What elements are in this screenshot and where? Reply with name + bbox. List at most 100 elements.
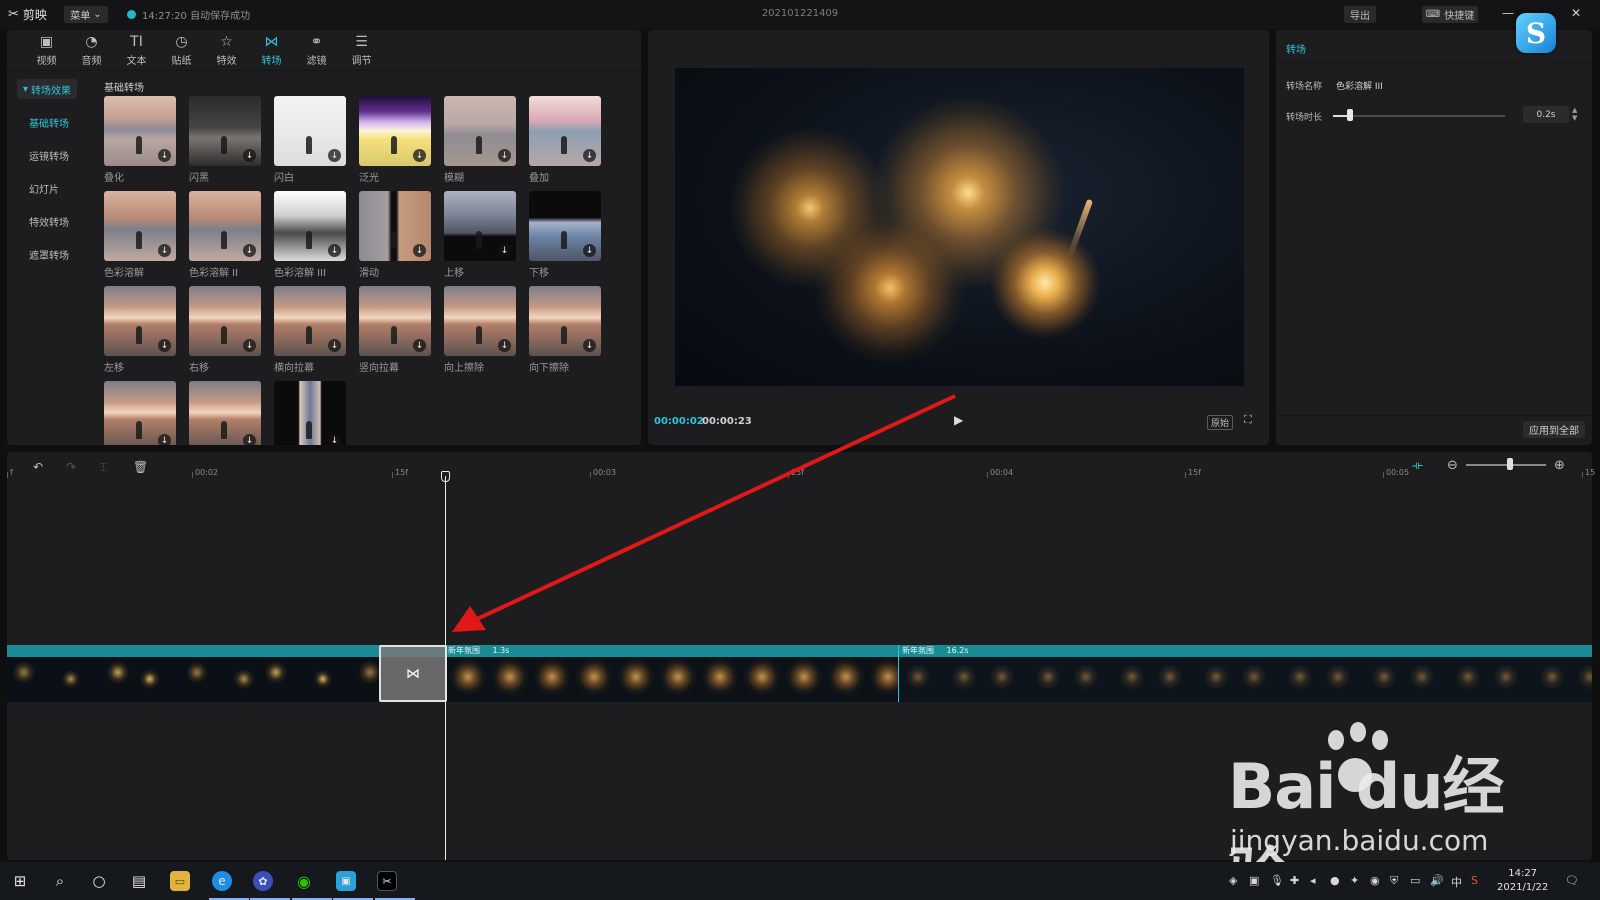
close-icon[interactable]: ✕ bbox=[1571, 6, 1581, 20]
tray-app-icon[interactable]: ▣ bbox=[1249, 874, 1259, 887]
baidu-netdisk-icon[interactable]: ✿ bbox=[253, 871, 273, 891]
tab-video[interactable]: ▣ 视频 bbox=[24, 30, 69, 70]
aspect-original-button[interactable]: 原始 bbox=[1207, 415, 1234, 430]
tray-app-icon[interactable]: ✦ bbox=[1350, 874, 1359, 887]
download-icon[interactable]: ↓ bbox=[158, 434, 171, 445]
tab-filter[interactable]: ⚭ 滤镜 bbox=[294, 30, 339, 70]
sogou-ime-icon[interactable]: S bbox=[1471, 874, 1478, 887]
zoom-in-icon[interactable]: ⊕ bbox=[1554, 458, 1565, 473]
cortana-icon[interactable]: ○ bbox=[89, 871, 109, 891]
transition-tile[interactable]: ↓ 色彩溶解 II bbox=[189, 191, 261, 279]
transition-tile[interactable]: ↓ 左移 bbox=[104, 286, 176, 374]
delete-icon[interactable]: 🗑 bbox=[133, 460, 148, 474]
transition-tile[interactable]: ↓ 色彩溶解 III bbox=[274, 191, 346, 279]
transition-tile[interactable]: ↓ 上移 bbox=[444, 191, 516, 279]
ime-indicator[interactable]: 中 bbox=[1451, 874, 1462, 890]
tab-text[interactable]: TI 文本 bbox=[114, 30, 159, 70]
download-icon[interactable]: ↓ bbox=[158, 244, 171, 257]
download-icon[interactable]: ↓ bbox=[243, 434, 256, 445]
category-item-basic[interactable]: 基础转场 bbox=[29, 115, 69, 130]
wechat-icon[interactable]: ◉ bbox=[294, 871, 314, 891]
file-explorer-icon[interactable]: ▭ bbox=[170, 871, 190, 891]
tab-audio[interactable]: ◔ 音频 bbox=[69, 30, 114, 70]
duration-slider[interactable] bbox=[1333, 115, 1505, 117]
download-icon[interactable]: ↓ bbox=[583, 339, 596, 352]
shortcut-button[interactable]: ⌨ 快捷键 bbox=[1422, 6, 1478, 23]
duration-slider-handle[interactable] bbox=[1347, 109, 1354, 121]
download-icon[interactable]: ↓ bbox=[328, 339, 341, 352]
transition-tile[interactable]: ↓ bbox=[274, 381, 346, 445]
minimize-icon[interactable]: — bbox=[1502, 6, 1514, 20]
download-icon[interactable]: ↓ bbox=[243, 339, 256, 352]
transition-tile[interactable]: ↓ 闪黑 bbox=[189, 96, 261, 184]
tray-app-icon[interactable]: ✚ bbox=[1290, 874, 1299, 887]
transition-tile[interactable]: ↓ 叠化 bbox=[104, 96, 176, 184]
download-icon[interactable]: ↓ bbox=[328, 149, 341, 162]
play-icon[interactable]: ▶ bbox=[954, 413, 963, 427]
download-icon[interactable]: ↓ bbox=[498, 149, 511, 162]
network-icon[interactable]: ▭ bbox=[1410, 874, 1420, 887]
category-header[interactable]: ▾ 转场效果 bbox=[17, 79, 77, 99]
edge-browser-icon[interactable]: e bbox=[212, 871, 232, 891]
capcut-taskbar-icon[interactable]: ✂ bbox=[377, 871, 397, 891]
transition-tile[interactable]: ↓ 向下擦除 bbox=[529, 286, 601, 374]
transition-tile[interactable]: ↓ 泛光 bbox=[359, 96, 431, 184]
sogou-s-icon[interactable]: S bbox=[1516, 13, 1556, 53]
zoom-out-icon[interactable]: ⊖ bbox=[1447, 458, 1458, 473]
apply-all-button[interactable]: 应用到全部 bbox=[1523, 421, 1585, 438]
video-preview[interactable] bbox=[675, 68, 1244, 386]
download-icon[interactable]: ↓ bbox=[243, 244, 256, 257]
download-icon[interactable]: ↓ bbox=[413, 244, 426, 257]
download-icon[interactable]: ↓ bbox=[413, 149, 426, 162]
tab-effects[interactable]: ☆ 特效 bbox=[204, 30, 249, 70]
wechat-tray-icon[interactable]: ◉ bbox=[1370, 874, 1380, 887]
transition-tile[interactable]: ↓ 横向拉幕 bbox=[274, 286, 346, 374]
tray-app-icon[interactable]: ◂ bbox=[1310, 874, 1316, 887]
download-icon[interactable]: ↓ bbox=[583, 149, 596, 162]
transition-tile[interactable]: ↓ 右移 bbox=[189, 286, 261, 374]
download-icon[interactable]: ↓ bbox=[498, 244, 511, 257]
zoom-slider[interactable] bbox=[1466, 464, 1546, 466]
clip-frames-2[interactable] bbox=[447, 657, 898, 701]
fullscreen-icon[interactable]: ⛶ bbox=[1244, 413, 1252, 427]
transition-tile[interactable]: ↓ 向上擦除 bbox=[444, 286, 516, 374]
search-icon[interactable]: ⌕ bbox=[50, 871, 70, 891]
duration-input[interactable]: 0.2s bbox=[1523, 106, 1569, 123]
download-icon[interactable]: ↓ bbox=[583, 244, 596, 257]
notification-icon[interactable]: 🗨 bbox=[1565, 874, 1579, 887]
export-button[interactable]: 导出 bbox=[1344, 6, 1376, 23]
tray-app-icon[interactable]: ● bbox=[1330, 874, 1340, 887]
snap-icon[interactable]: ⟛ bbox=[1412, 458, 1423, 473]
transition-marker[interactable]: ⋈ bbox=[379, 645, 447, 702]
windows-start-icon[interactable]: ⊞ bbox=[10, 871, 30, 891]
transition-tile[interactable]: ↓ 滑动 bbox=[359, 191, 431, 279]
volume-icon[interactable]: 🔊 bbox=[1430, 874, 1444, 887]
download-icon[interactable]: ↓ bbox=[243, 149, 256, 162]
tab-adjust[interactable]: ☰ 调节 bbox=[339, 30, 384, 70]
clip-frames-1[interactable] bbox=[7, 657, 379, 701]
category-item-slideshow[interactable]: 幻灯片 bbox=[29, 181, 59, 196]
playhead[interactable] bbox=[445, 476, 446, 860]
undo-icon[interactable]: ↶ bbox=[33, 460, 43, 474]
category-item-mask[interactable]: 遮罩转场 bbox=[29, 247, 69, 262]
redo-icon[interactable]: ↷ bbox=[66, 460, 76, 474]
split-icon[interactable]: ⌶ bbox=[100, 460, 107, 475]
transition-tile[interactable]: ↓ 叠加 bbox=[529, 96, 601, 184]
category-item-effect[interactable]: 特效转场 bbox=[29, 214, 69, 229]
download-icon[interactable]: ↓ bbox=[498, 339, 511, 352]
transition-tile[interactable]: ↓ 下移 bbox=[529, 191, 601, 279]
transition-tile[interactable]: ↓ bbox=[189, 381, 261, 445]
tab-transition[interactable]: ⋈ 转场 bbox=[249, 30, 294, 70]
taskbar-clock[interactable]: 14:27 2021/1/22 bbox=[1497, 867, 1548, 895]
transition-tile[interactable]: ↓ 色彩溶解 bbox=[104, 191, 176, 279]
download-icon[interactable]: ↓ bbox=[158, 149, 171, 162]
download-icon[interactable]: ↓ bbox=[413, 339, 426, 352]
download-icon[interactable]: ↓ bbox=[158, 339, 171, 352]
zoom-slider-handle[interactable] bbox=[1507, 458, 1513, 470]
download-icon[interactable]: ↓ bbox=[328, 244, 341, 257]
task-view-icon[interactable]: ▤ bbox=[129, 871, 149, 891]
category-item-camera[interactable]: 运镜转场 bbox=[29, 148, 69, 163]
app-icon[interactable]: ▣ bbox=[336, 871, 356, 891]
download-icon[interactable]: ↓ bbox=[328, 434, 341, 445]
security-shield-icon[interactable]: ⛨ bbox=[1390, 874, 1398, 888]
